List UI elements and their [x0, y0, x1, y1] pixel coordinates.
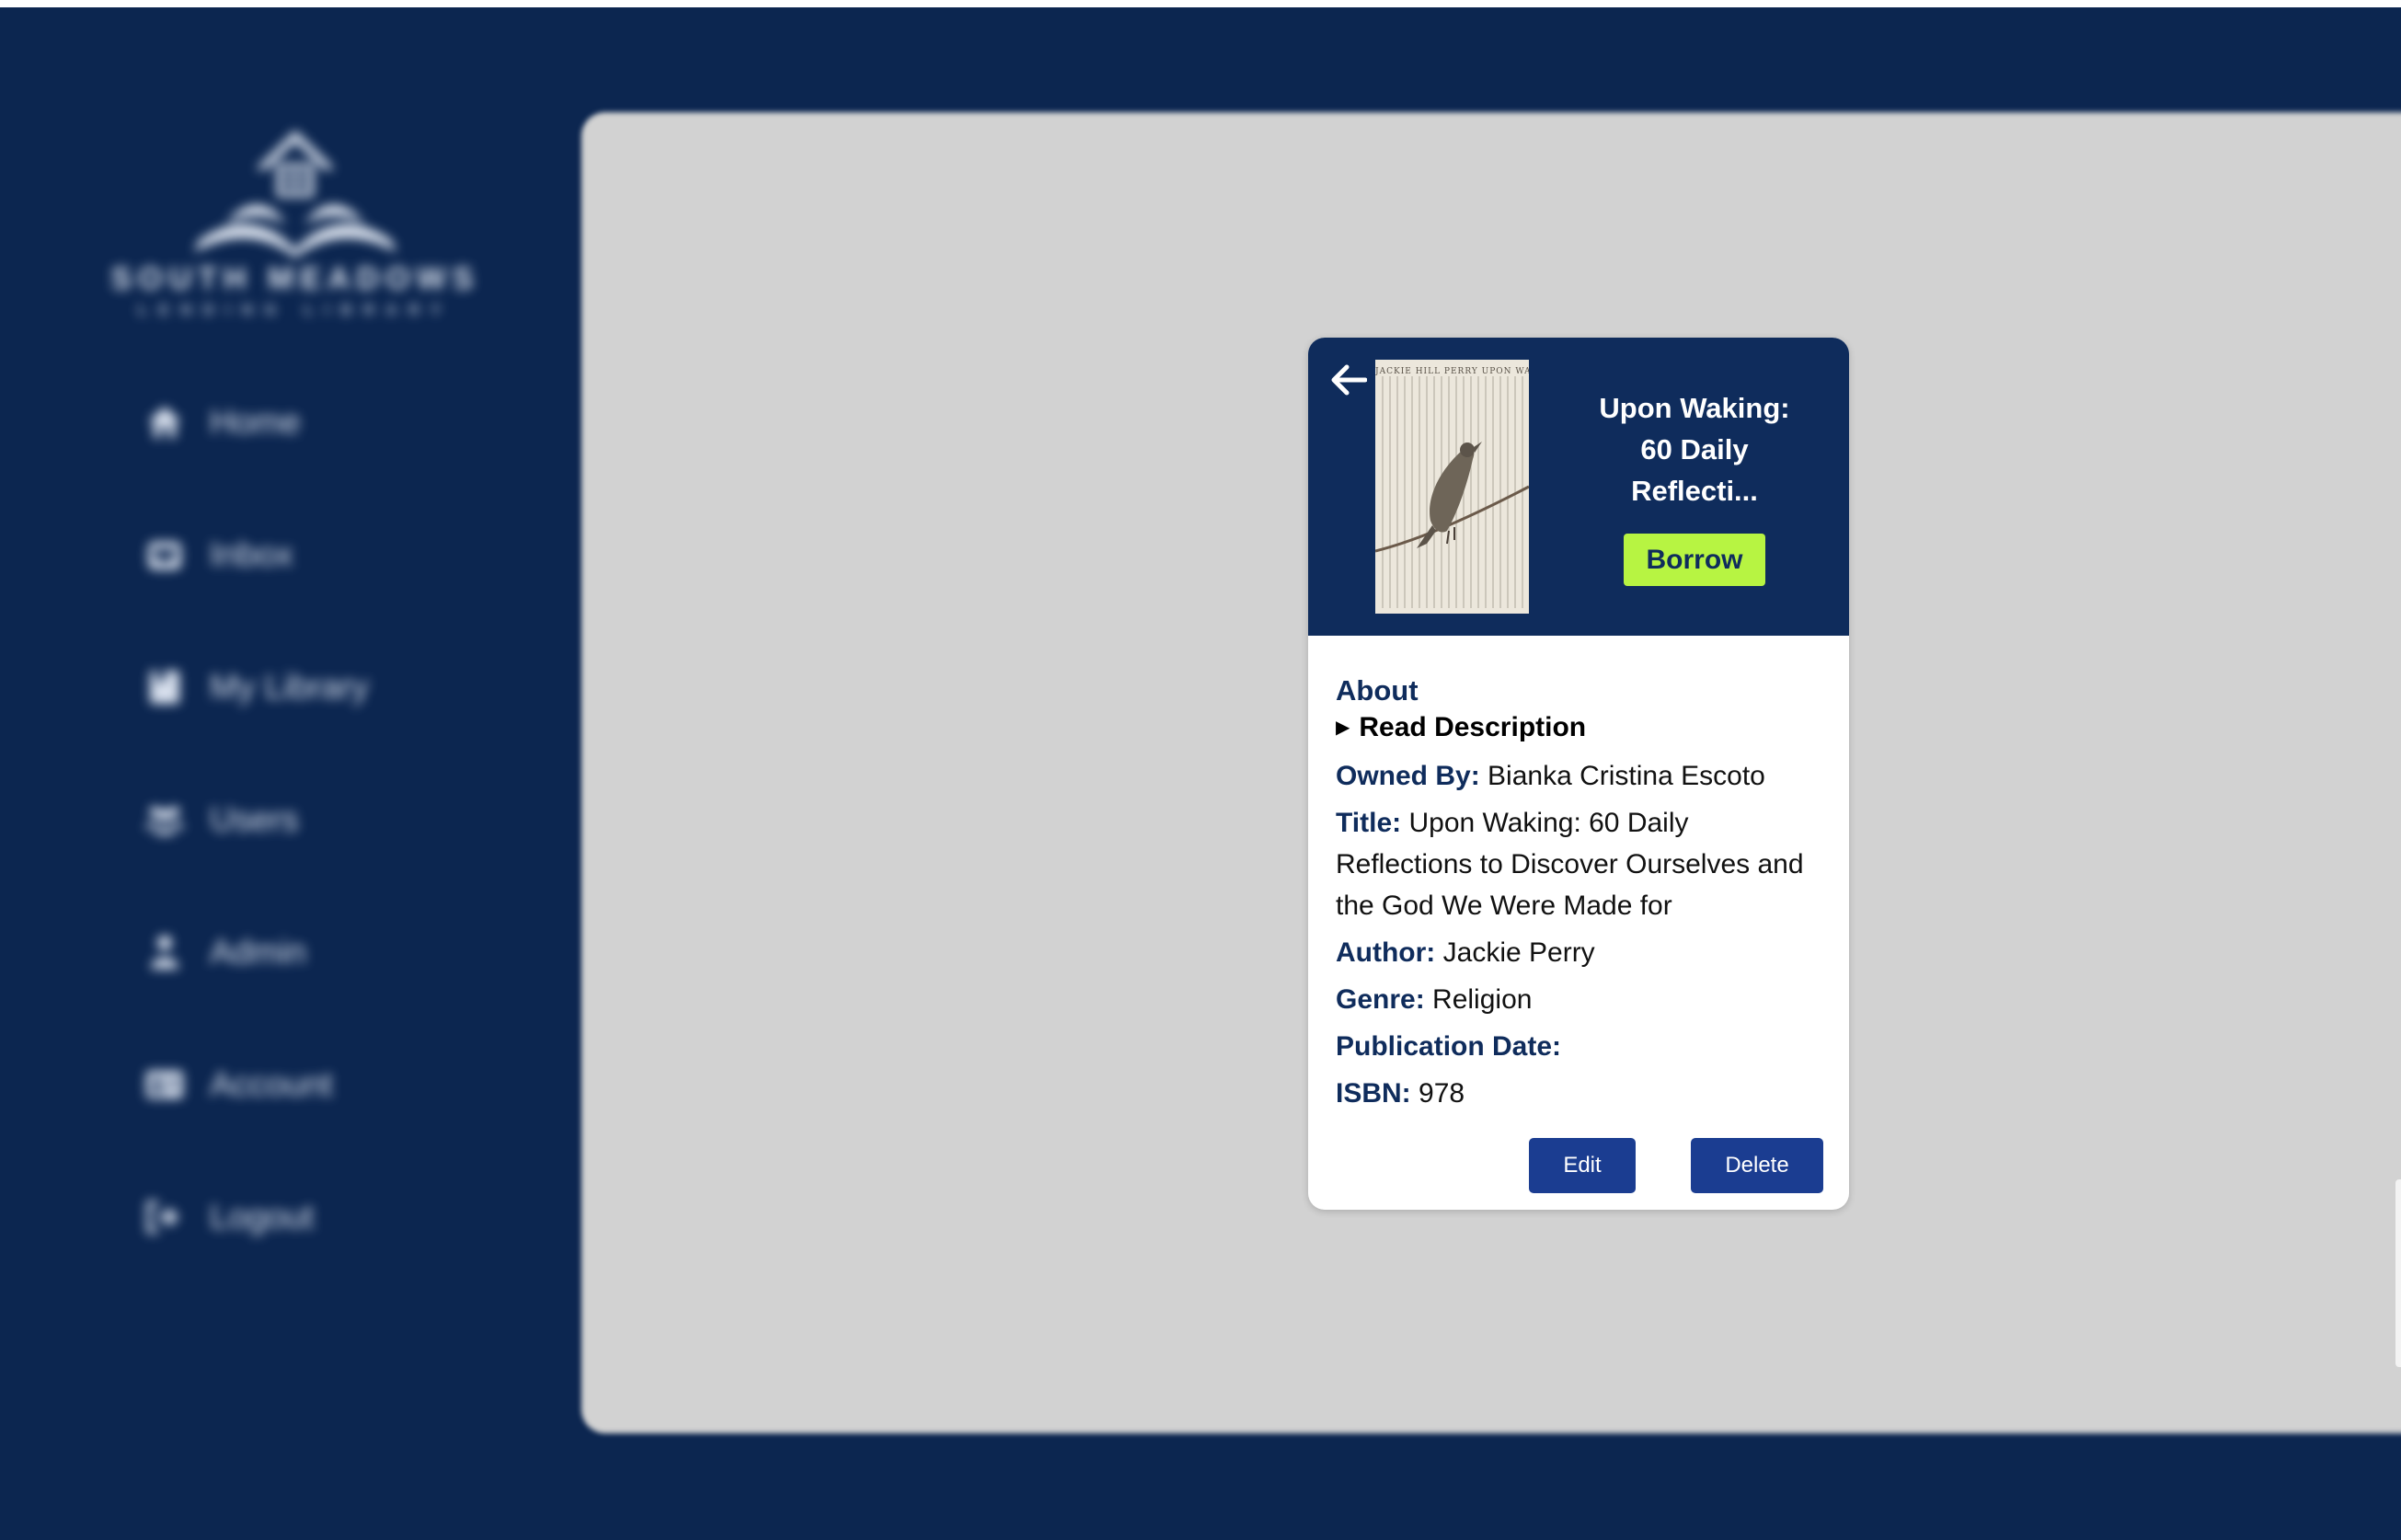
about-heading: About [1336, 674, 1419, 707]
read-description-label: Read Description [1359, 712, 1587, 742]
sidebar-item-label: Admin [210, 933, 306, 971]
field-label: Publication Date: [1336, 1031, 1562, 1062]
borrow-button[interactable]: Borrow [1624, 534, 1765, 586]
field-owned-by: Owned By: Bianka Cristina Escoto [1336, 755, 1823, 797]
field-genre: Genre: Religion [1336, 979, 1823, 1020]
sidebar-item-label: Inbox [210, 535, 293, 573]
field-label: Title: [1336, 808, 1402, 838]
logo-title: SOUTH MEADOWS [110, 261, 480, 296]
sidebar-item-admin[interactable]: Admin [145, 933, 306, 971]
sidebar-item-my-library[interactable]: My Library [145, 668, 369, 707]
sidebar-item-users[interactable]: Users [145, 800, 299, 839]
sidebar-item-inbox[interactable]: Inbox [145, 535, 293, 574]
field-value: 978 [1419, 1078, 1465, 1109]
person-icon [145, 933, 184, 971]
sidebar-item-home[interactable]: Home [145, 403, 301, 442]
triangle-right-icon: ▶ [1336, 718, 1350, 738]
read-description-toggle[interactable]: ▶ Read Description [1336, 709, 1823, 746]
field-value: Religion [1432, 984, 1533, 1015]
logout-icon [145, 1198, 184, 1236]
sidebar-item-label: My Library [210, 668, 369, 706]
sidebar-item-logout[interactable]: Logout [145, 1198, 314, 1236]
field-isbn: ISBN: 978 [1336, 1073, 1823, 1114]
users-icon [145, 800, 184, 839]
field-publication-date: Publication Date: [1336, 1026, 1823, 1067]
right-edge-panel [2395, 1179, 2401, 1367]
card-actions: Edit Delete [1308, 1138, 1849, 1193]
field-title: Title: Upon Waking: 60 Daily Reflections… [1336, 802, 1823, 926]
book-detail-header: JACKIE HILL PERRY UPON WAKING Upon Wakin… [1308, 338, 1849, 636]
inbox-icon [145, 535, 184, 574]
field-label: Genre: [1336, 984, 1425, 1015]
field-author: Author: Jackie Perry [1336, 932, 1823, 973]
field-label: Author: [1336, 937, 1436, 968]
sidebar-item-label: Logout [210, 1198, 315, 1235]
sidebar-item-label: Users [210, 800, 299, 838]
book-icon [145, 668, 184, 707]
library-logo: SOUTH MEADOWS LENDING LIBRARY [88, 121, 502, 351]
sidebar-item-account[interactable]: Account [145, 1065, 333, 1104]
book-detail-body: About ▶ Read Description Owned By: Biank… [1336, 672, 1823, 1120]
book-detail-modal: JACKIE HILL PERRY UPON WAKING Upon Wakin… [1308, 338, 1849, 1210]
logo-subtitle: LENDING LIBRARY [138, 303, 453, 318]
sidebar-item-label: Home [210, 403, 301, 441]
home-icon [145, 403, 184, 442]
field-value: Upon Waking: 60 Daily Reflections to Dis… [1336, 808, 1804, 921]
field-label: Owned By: [1336, 761, 1480, 791]
back-button[interactable] [1327, 358, 1371, 402]
field-label: ISBN: [1336, 1078, 1411, 1109]
edit-button[interactable]: Edit [1529, 1138, 1636, 1193]
field-value: Bianka Cristina Escoto [1488, 761, 1765, 791]
sidebar-item-label: Account [210, 1065, 333, 1103]
window-top-edge [0, 0, 2401, 7]
arrow-left-icon [1331, 364, 1367, 396]
library-logo-icon [194, 131, 396, 258]
book-title-heading: Upon Waking: 60 Daily Reflecti... [1599, 392, 1790, 507]
delete-button[interactable]: Delete [1691, 1138, 1823, 1193]
field-value: Jackie Perry [1442, 937, 1595, 968]
id-card-icon [145, 1065, 184, 1104]
sidebar: SOUTH MEADOWS LENDING LIBRARY Home Inbox… [0, 7, 580, 1540]
book-cover-image: JACKIE HILL PERRY UPON WAKING [1375, 360, 1529, 614]
cover-title-text: JACKIE HILL PERRY UPON WAKING [1375, 367, 1529, 376]
